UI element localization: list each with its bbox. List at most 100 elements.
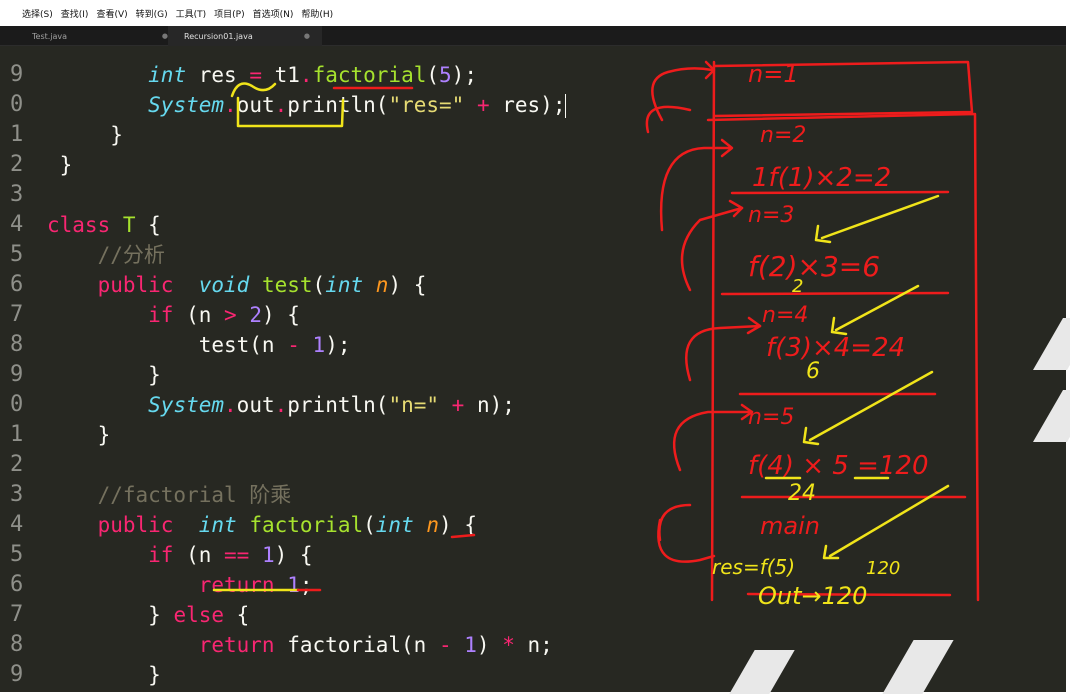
code-line[interactable]: 9 } bbox=[0, 660, 980, 690]
code-token: t1 bbox=[261, 63, 300, 87]
code-text: return 1; bbox=[47, 570, 313, 600]
code-token: "n=" bbox=[388, 393, 440, 417]
code-line[interactable]: 0 System.out.println("res=" + res); bbox=[0, 90, 980, 120]
code-token: 1 bbox=[287, 573, 300, 597]
code-line[interactable]: 8 test(n - 1); bbox=[0, 330, 980, 360]
code-token: println bbox=[287, 393, 376, 417]
code-line[interactable]: 7 if (n > 2) { bbox=[0, 300, 980, 330]
code-token: //分析 bbox=[97, 243, 165, 267]
code-line[interactable]: 5 //分析 bbox=[0, 240, 980, 270]
code-line[interactable]: 3 bbox=[0, 180, 980, 210]
code-line[interactable]: 3 //factorial 阶乘 bbox=[0, 480, 980, 510]
code-line[interactable]: 5 if (n == 1) { bbox=[0, 540, 980, 570]
code-line[interactable]: 2 bbox=[0, 450, 980, 480]
tab-test-java[interactable]: Test.java ● bbox=[22, 26, 180, 46]
code-line[interactable]: 9 } bbox=[0, 360, 980, 390]
line-number: 4 bbox=[10, 212, 24, 237]
code-text: } bbox=[47, 150, 73, 180]
code-token: if bbox=[148, 543, 174, 567]
line-number: 8 bbox=[10, 332, 24, 357]
tab-recursion01-java[interactable]: Recursion01.java ● bbox=[168, 26, 322, 46]
menu-item[interactable]: 帮助(H) bbox=[301, 7, 333, 20]
code-token: res bbox=[186, 63, 250, 87]
menu-item[interactable]: 选择(S) bbox=[22, 7, 53, 20]
code-line[interactable]: 8 return factorial(n - 1) * n; bbox=[0, 630, 980, 660]
code-text: } bbox=[47, 660, 161, 690]
text-cursor bbox=[565, 94, 567, 118]
line-number: 7 bbox=[10, 602, 24, 627]
code-token: ( bbox=[363, 513, 376, 537]
code-line[interactable]: 9 int res = t1.factorial(5); bbox=[0, 60, 980, 90]
code-line[interactable]: 6 return 1; bbox=[0, 570, 980, 600]
code-token: n bbox=[426, 513, 440, 537]
code-token: n bbox=[375, 273, 389, 297]
code-token: ) { bbox=[274, 543, 313, 567]
code-token: { bbox=[135, 213, 161, 237]
code-text: } else { bbox=[47, 600, 249, 630]
line-number: 7 bbox=[10, 302, 24, 327]
line-number: 9 bbox=[10, 362, 24, 387]
code-token: public bbox=[97, 273, 174, 297]
code-token: . bbox=[224, 93, 237, 117]
line-number: 1 bbox=[10, 422, 24, 447]
code-text: if (n == 1) { bbox=[47, 540, 313, 570]
code-token: ) { bbox=[262, 303, 300, 327]
code-token: ( bbox=[375, 393, 389, 417]
code-line[interactable]: 0 System.out.println("n=" + n); bbox=[0, 390, 980, 420]
line-number: 1 bbox=[10, 122, 24, 147]
code-line[interactable]: 7 } else { bbox=[0, 600, 980, 630]
code-line[interactable]: 1 } bbox=[0, 120, 980, 150]
line-number: 3 bbox=[10, 482, 24, 507]
tab-label: Test.java bbox=[32, 31, 68, 41]
code-text: System.out.println("res=" + res); bbox=[47, 90, 567, 120]
line-number: 0 bbox=[10, 392, 24, 417]
code-line[interactable]: 4 class T { bbox=[0, 210, 980, 240]
line-number: 3 bbox=[10, 182, 24, 207]
code-token: (n bbox=[173, 543, 225, 567]
tab-bar: Test.java ● Recursion01.java ● bbox=[0, 26, 1070, 46]
code-token: } bbox=[47, 363, 161, 387]
menu-item[interactable]: 首选项(N) bbox=[253, 7, 294, 20]
menu-item[interactable]: 工具(T) bbox=[176, 7, 207, 20]
code-token: ) { bbox=[388, 273, 427, 297]
code-editor[interactable]: 9 int res = t1.factorial(5); 0 System.out… bbox=[0, 46, 1066, 692]
menu-item[interactable]: 查找(I) bbox=[61, 7, 89, 20]
code-token: } bbox=[47, 603, 174, 627]
code-token: n; bbox=[514, 633, 553, 657]
code-token: . bbox=[299, 63, 313, 87]
code-token: * bbox=[502, 633, 515, 657]
code-token: 2 bbox=[249, 303, 262, 327]
code-token: 1 bbox=[464, 633, 477, 657]
menu-item[interactable]: 项目(P) bbox=[214, 7, 244, 20]
code-line[interactable]: 1 } bbox=[0, 420, 980, 450]
code-line[interactable]: 2 } bbox=[0, 150, 980, 180]
code-token: n); bbox=[464, 393, 515, 417]
code-token: ; bbox=[299, 573, 313, 597]
menu-item[interactable]: 查看(V) bbox=[96, 7, 127, 20]
code-token: void bbox=[198, 273, 250, 297]
code-token: = bbox=[249, 63, 262, 87]
code-line[interactable]: 4 public int factorial(int n) { bbox=[0, 510, 980, 540]
code-line[interactable]: 6 public void test(int n) { bbox=[0, 270, 980, 300]
code-token: 5 bbox=[439, 63, 452, 87]
code-token: out bbox=[236, 393, 275, 417]
code-token: factorial bbox=[249, 513, 364, 537]
unsaved-dot-icon[interactable]: ● bbox=[304, 32, 310, 40]
line-number: 0 bbox=[10, 92, 24, 117]
menu-item[interactable]: 转到(G) bbox=[136, 7, 168, 20]
